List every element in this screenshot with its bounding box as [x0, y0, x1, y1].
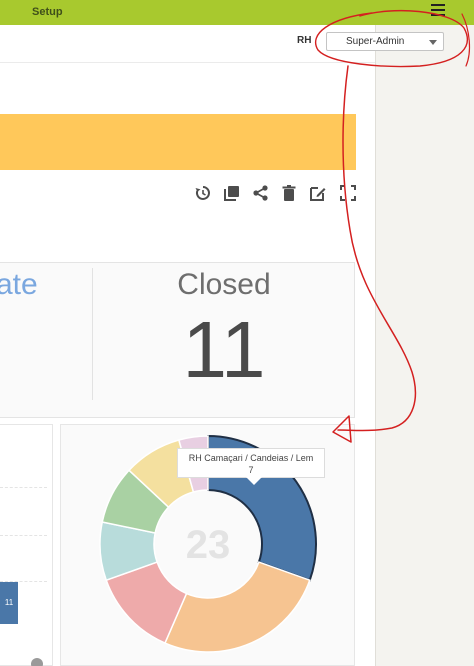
- history-icon[interactable]: [194, 184, 212, 202]
- bar-gridline: [0, 487, 47, 488]
- closed-stat-value: 11: [182, 305, 266, 394]
- edit-icon[interactable]: [309, 184, 327, 202]
- tooltip-label: RH Camaçari / Candeias / Lem: [188, 453, 314, 463]
- app-root: Setup RH Super-Admin ate Closed 11 11 23…: [0, 0, 474, 666]
- role-select-value: Super-Admin: [346, 36, 405, 47]
- setup-menu-link[interactable]: Setup: [32, 6, 63, 18]
- tooltip-value: 7: [248, 465, 254, 475]
- donut-slice[interactable]: [163, 561, 311, 653]
- trash-icon[interactable]: [280, 184, 298, 202]
- copy-icon[interactable]: [223, 184, 241, 202]
- chevron-down-icon: [429, 40, 437, 45]
- top-bar: Setup: [0, 0, 474, 25]
- header-divider: [0, 62, 375, 63]
- donut-center-total: 23: [186, 523, 231, 567]
- hamburger-icon[interactable]: [431, 4, 445, 17]
- role-select[interactable]: Super-Admin: [326, 32, 444, 51]
- bar-chart-card: [0, 424, 53, 666]
- closed-stat-label: Closed: [177, 268, 271, 301]
- dashboard-toolbar: [192, 184, 360, 204]
- chart-tooltip: RH Camaçari / Candeias / Lem 7: [177, 448, 325, 485]
- tooltip-arrow: [246, 477, 262, 485]
- stat-partial-label: ate: [0, 268, 38, 301]
- bar-gridline: [0, 535, 47, 536]
- dashboard-banner: [0, 114, 356, 170]
- scroll-indicator[interactable]: [31, 658, 43, 666]
- user-prefix-label: RH: [297, 35, 312, 46]
- fullscreen-icon[interactable]: [339, 184, 357, 202]
- bar-chart-bar[interactable]: 11: [0, 582, 18, 624]
- right-side-panel: [375, 25, 474, 666]
- share-icon[interactable]: [252, 184, 270, 202]
